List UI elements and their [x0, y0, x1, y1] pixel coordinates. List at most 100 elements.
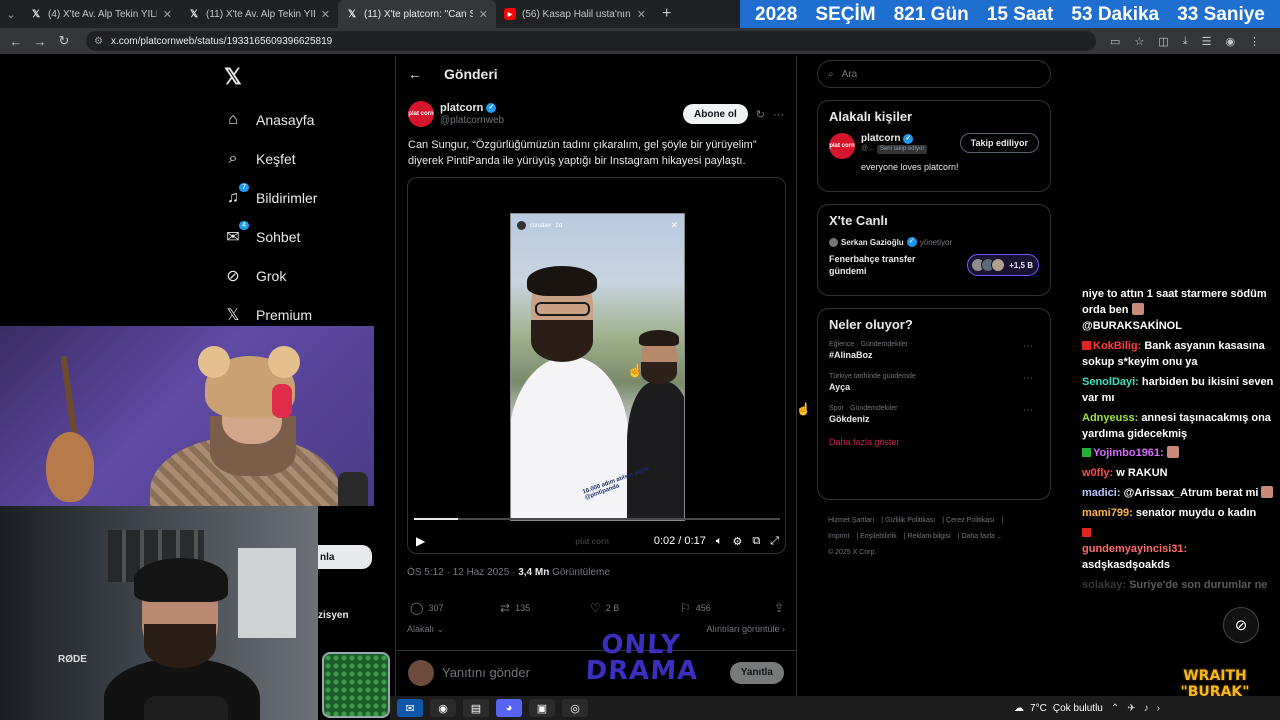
related-sort-dropdown[interactable]: Alakalı ⌄	[407, 624, 444, 635]
mail-app-icon[interactable]: ✉	[397, 699, 423, 717]
live-topic: Fenerbahçe transfer gündemi	[829, 254, 916, 277]
video-progress-fill	[414, 518, 458, 520]
post-author[interactable]: platcorn ✓ @platcornweb	[440, 102, 504, 126]
weather-widget[interactable]: ☁ 7°C Çok bulutlu	[1014, 703, 1103, 714]
more-options-icon[interactable]: ⋯	[1023, 405, 1033, 416]
live-space-row[interactable]: Fenerbahçe transfer gündemi +1,5 B	[829, 253, 1039, 277]
show-more-link[interactable]: Daha fazla göster	[829, 437, 1039, 447]
quotes-label: Alıntıları görüntüle	[706, 624, 780, 634]
play-icon[interactable]: ▶	[416, 534, 425, 548]
like-action[interactable]: ♡ 2 B	[590, 601, 680, 615]
profile-icon[interactable]: ◉	[1225, 35, 1235, 48]
footer-link[interactable]: Çerez Politikası	[946, 517, 995, 524]
more-options-icon[interactable]: ⋯	[773, 108, 784, 121]
more-options-icon[interactable]: ⋯	[1023, 341, 1033, 352]
post-header: ← Gönderi	[396, 56, 796, 92]
reply-input[interactable]: Yanıtını gönder	[442, 665, 530, 680]
nav-item-messages[interactable]: ✉ 4 Sohbet	[224, 217, 317, 256]
video-player[interactable]: csnaber 2d ✕ 10.000 adım atılsın şöyle @…	[407, 177, 786, 554]
trend-item[interactable]: Spor · Gündemdekiler Gökdeniz ⋯	[829, 405, 1039, 424]
cast-icon[interactable]: ▭	[1110, 35, 1120, 48]
windows-taskbar: ✉ ◉ ▤ ◕ ▣ ◎ ☁ 7°C Çok bulutlu ⌃ ✈ ♪ ›	[390, 696, 1280, 720]
browser-tab-4[interactable]: ▶ (56) Kasap Halil usta'nın meşhu ✕	[496, 0, 654, 28]
tray-overflow-icon[interactable]: ⌃	[1111, 703, 1119, 714]
back-arrow-icon[interactable]: ←	[408, 66, 422, 82]
avatar	[829, 237, 838, 247]
subscribe-button[interactable]: Abone ol	[683, 104, 748, 124]
kick-app-icon[interactable]: ▣	[529, 699, 555, 717]
close-tab-icon[interactable]: ✕	[479, 8, 488, 21]
close-tab-icon[interactable]: ✕	[637, 8, 646, 21]
browser-tab-1[interactable]: 𝕏 (4) X'te Av. Alp Tekin YILDIRIM ✕	[22, 0, 180, 28]
browser-tab-3-active[interactable]: 𝕏 (11) X'te platcorn: "Can Sungur ✕	[338, 0, 496, 28]
forward-arrow-icon[interactable]: →	[28, 34, 52, 49]
volume-icon[interactable]: ♪	[1144, 703, 1149, 714]
x-logo-icon[interactable]: 𝕏	[224, 64, 242, 90]
chrome-icon[interactable]: ◉	[430, 699, 456, 717]
subscriber-badge-icon	[1082, 340, 1091, 350]
grok-floating-icon[interactable]: ⊘	[1223, 607, 1259, 643]
bookmark-action[interactable]: ⚐ 456	[680, 601, 770, 615]
post-timestamp[interactable]: ÖS 5:12 · 12 Haz 2025 ·	[407, 567, 515, 578]
post-actions: ◯ 307 ⇄ 135 ♡ 2 B ⚐ 456 ⇪	[410, 601, 784, 615]
nav-label: Anasayfa	[256, 111, 315, 128]
related-person[interactable]: plat corn platcorn ✓ @... Seni takip ediyo…	[829, 133, 1039, 159]
grok-explain-icon[interactable]: ↻	[756, 108, 765, 121]
url-field[interactable]: ⚙ x.com/platcornweb/status/1933165609396…	[86, 31, 1096, 51]
reply-button[interactable]: Yanıtla	[729, 661, 784, 684]
footer-link[interactable]: Imprint	[828, 533, 849, 540]
heart-icon: ♡	[590, 601, 601, 615]
trend-item[interactable]: Eğlence · Gündemdekiler #AlinaBoz ⋯	[829, 341, 1039, 360]
site-info-icon[interactable]: ⚙	[94, 36, 103, 47]
video-watermark: plat corn	[575, 536, 610, 546]
live-listeners-pill[interactable]: +1,5 B	[967, 254, 1039, 277]
footer-link[interactable]: Hizmet Şartları	[828, 517, 874, 524]
bookmark-star-icon[interactable]: ☆	[1134, 35, 1144, 48]
repost-icon: ⇄	[500, 601, 511, 615]
partial-sidebar-button[interactable]: nla	[318, 545, 372, 569]
extensions-icon[interactable]: ◫	[1158, 35, 1168, 48]
close-tab-icon[interactable]: ✕	[321, 8, 330, 21]
settings-icon[interactable]: ⚙	[732, 535, 742, 548]
discord-icon[interactable]: ◕	[496, 699, 522, 717]
following-button[interactable]: Takip ediliyor	[959, 133, 1039, 153]
footer-link[interactable]: Gizlilik Politikası	[885, 517, 935, 524]
more-options-icon[interactable]: ⋯	[1023, 373, 1033, 384]
avatar[interactable]: plat corn	[829, 133, 855, 159]
browser-tab-2[interactable]: 𝕏 (11) X'te Av. Alp Tekin YILDIRIM ✕	[180, 0, 338, 28]
footer-link[interactable]: Erişilebilirlik	[860, 533, 897, 540]
download-icon[interactable]: ⤓	[1183, 35, 1188, 48]
picture-in-picture-icon[interactable]: ⧉	[752, 535, 760, 548]
fullscreen-icon[interactable]: ⤢	[770, 535, 779, 548]
menu-dots-icon[interactable]: ⋮	[1249, 35, 1260, 48]
tab-list-icon[interactable]: ⌄	[0, 8, 22, 21]
network-icon[interactable]: ✈	[1127, 703, 1135, 714]
footer-link[interactable]: Reklam bilgisi	[908, 533, 951, 540]
chevron-icon[interactable]: ›	[1157, 703, 1160, 714]
chat-user: madici:	[1082, 487, 1121, 500]
repost-action[interactable]: ⇄ 135	[500, 601, 590, 615]
notes-app-icon[interactable]: ▤	[463, 699, 489, 717]
trend-item[interactable]: Türkiye tarihinde gündemde Ayça ⋯	[829, 373, 1039, 392]
volume-icon[interactable]: 🔈︎	[716, 535, 723, 548]
nav-item-explore[interactable]: ⌕ Keşfet	[224, 139, 317, 178]
listener-avatar	[991, 258, 1006, 273]
reload-icon[interactable]: ↻	[52, 33, 76, 49]
view-quotes-link[interactable]: Alıntıları görüntüle ›	[706, 624, 785, 635]
back-arrow-icon[interactable]: ←	[4, 34, 28, 49]
reply-action[interactable]: ◯ 307	[410, 601, 500, 615]
video-progress-bar[interactable]	[414, 518, 780, 520]
new-tab-button[interactable]: +	[662, 5, 671, 23]
close-tab-icon[interactable]: ✕	[163, 8, 172, 21]
reading-list-icon[interactable]: ☰	[1202, 35, 1212, 48]
footer-link[interactable]: Daha fazla ...	[961, 533, 1002, 540]
avatar[interactable]: plat corn	[408, 101, 434, 127]
post-author-row: plat corn platcorn ✓ @platcornweb Abone o…	[396, 92, 796, 130]
nav-item-notifications[interactable]: ♫ 7 Bildirimler	[224, 178, 317, 217]
nav-item-home[interactable]: ⌂ Anasayfa	[224, 100, 317, 139]
story-header: csnaber 2d ✕	[517, 220, 678, 231]
nav-item-grok[interactable]: ⊘ Grok	[224, 256, 317, 295]
obs-icon[interactable]: ◎	[562, 699, 588, 717]
search-input[interactable]: ⌕ Ara	[817, 60, 1051, 88]
share-icon[interactable]: ⇪	[774, 601, 784, 615]
